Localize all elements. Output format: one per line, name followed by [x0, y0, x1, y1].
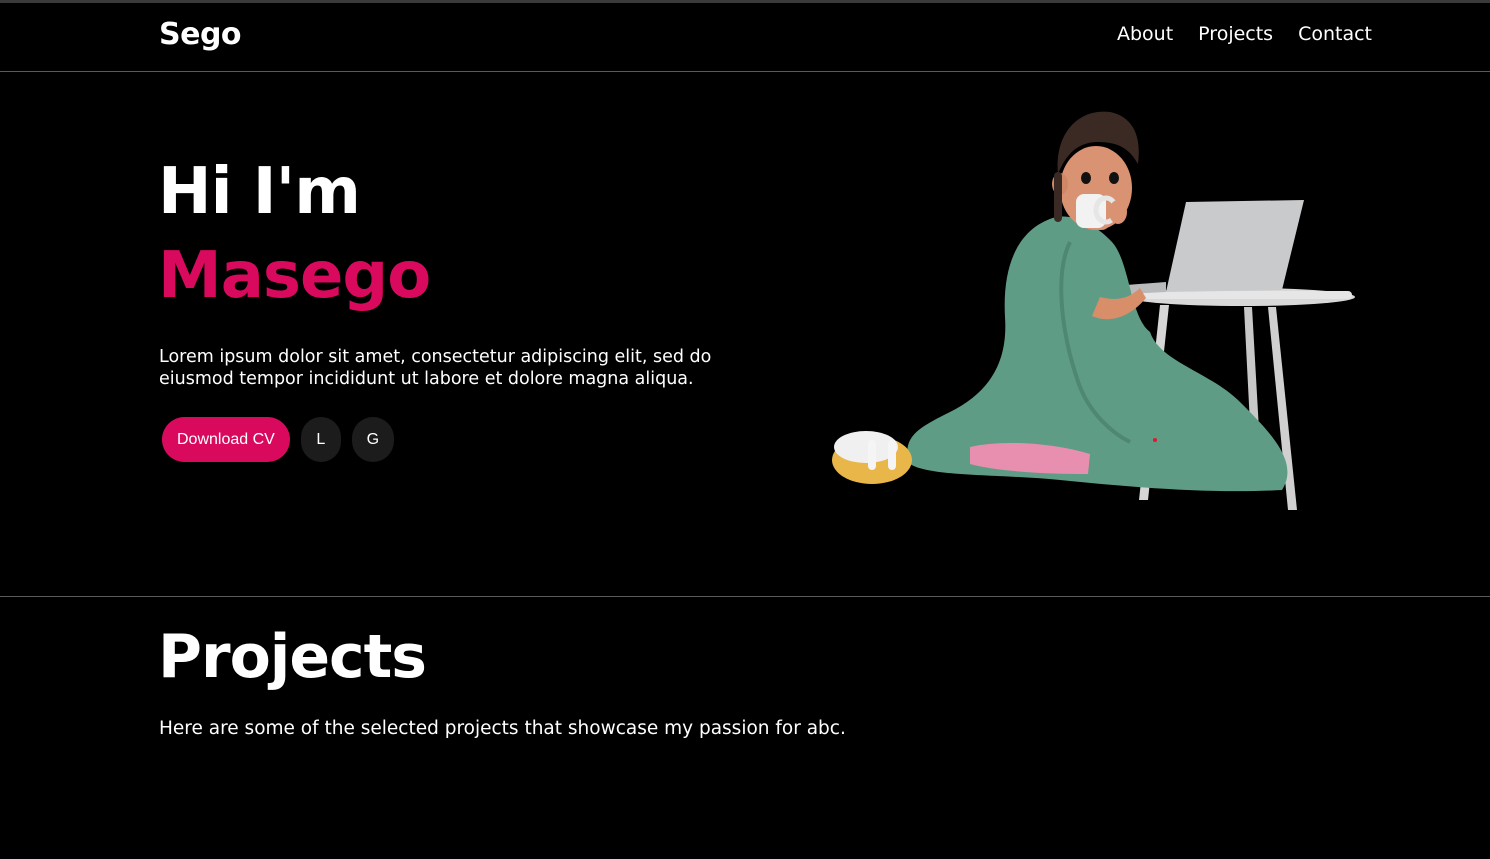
hand [1109, 200, 1127, 224]
site-logo[interactable]: Sego [159, 17, 242, 52]
eye [1109, 172, 1119, 184]
laptop-screen [1166, 200, 1304, 292]
nav-link-about[interactable]: About [1117, 23, 1173, 45]
hero-description: Lorem ipsum dolor sit amet, consectetur … [159, 347, 712, 389]
hero-section: Hi I'm Masego Lorem ipsum dolor sit amet… [0, 72, 1490, 596]
projects-subtitle: Here are some of the selected projects t… [159, 718, 846, 739]
hair-tail [1054, 172, 1062, 222]
linkedin-button[interactable]: L [300, 417, 341, 462]
red-dot [1153, 438, 1157, 442]
table-top-edge [1130, 291, 1352, 299]
hero-greeting: Hi I'm [158, 155, 361, 229]
person-with-laptop-illustration [832, 111, 1355, 510]
github-button[interactable]: G [351, 417, 394, 462]
nav-links: About Projects Contact [1117, 23, 1372, 45]
projects-section: Projects Here are some of the selected p… [0, 596, 1490, 859]
shoe-strap [888, 440, 896, 470]
nav-link-contact[interactable]: Contact [1298, 23, 1372, 45]
navbar: Sego About Projects Contact [0, 3, 1490, 72]
nav-link-projects[interactable]: Projects [1198, 23, 1273, 45]
laptop-base [1126, 282, 1166, 294]
eye [1081, 172, 1091, 184]
projects-title: Projects [158, 622, 427, 692]
hero-name: Masego [158, 239, 431, 313]
hero-actions: Download CV L G [162, 417, 394, 462]
shoe-strap [868, 440, 876, 470]
download-cv-button[interactable]: Download CV [162, 417, 290, 462]
